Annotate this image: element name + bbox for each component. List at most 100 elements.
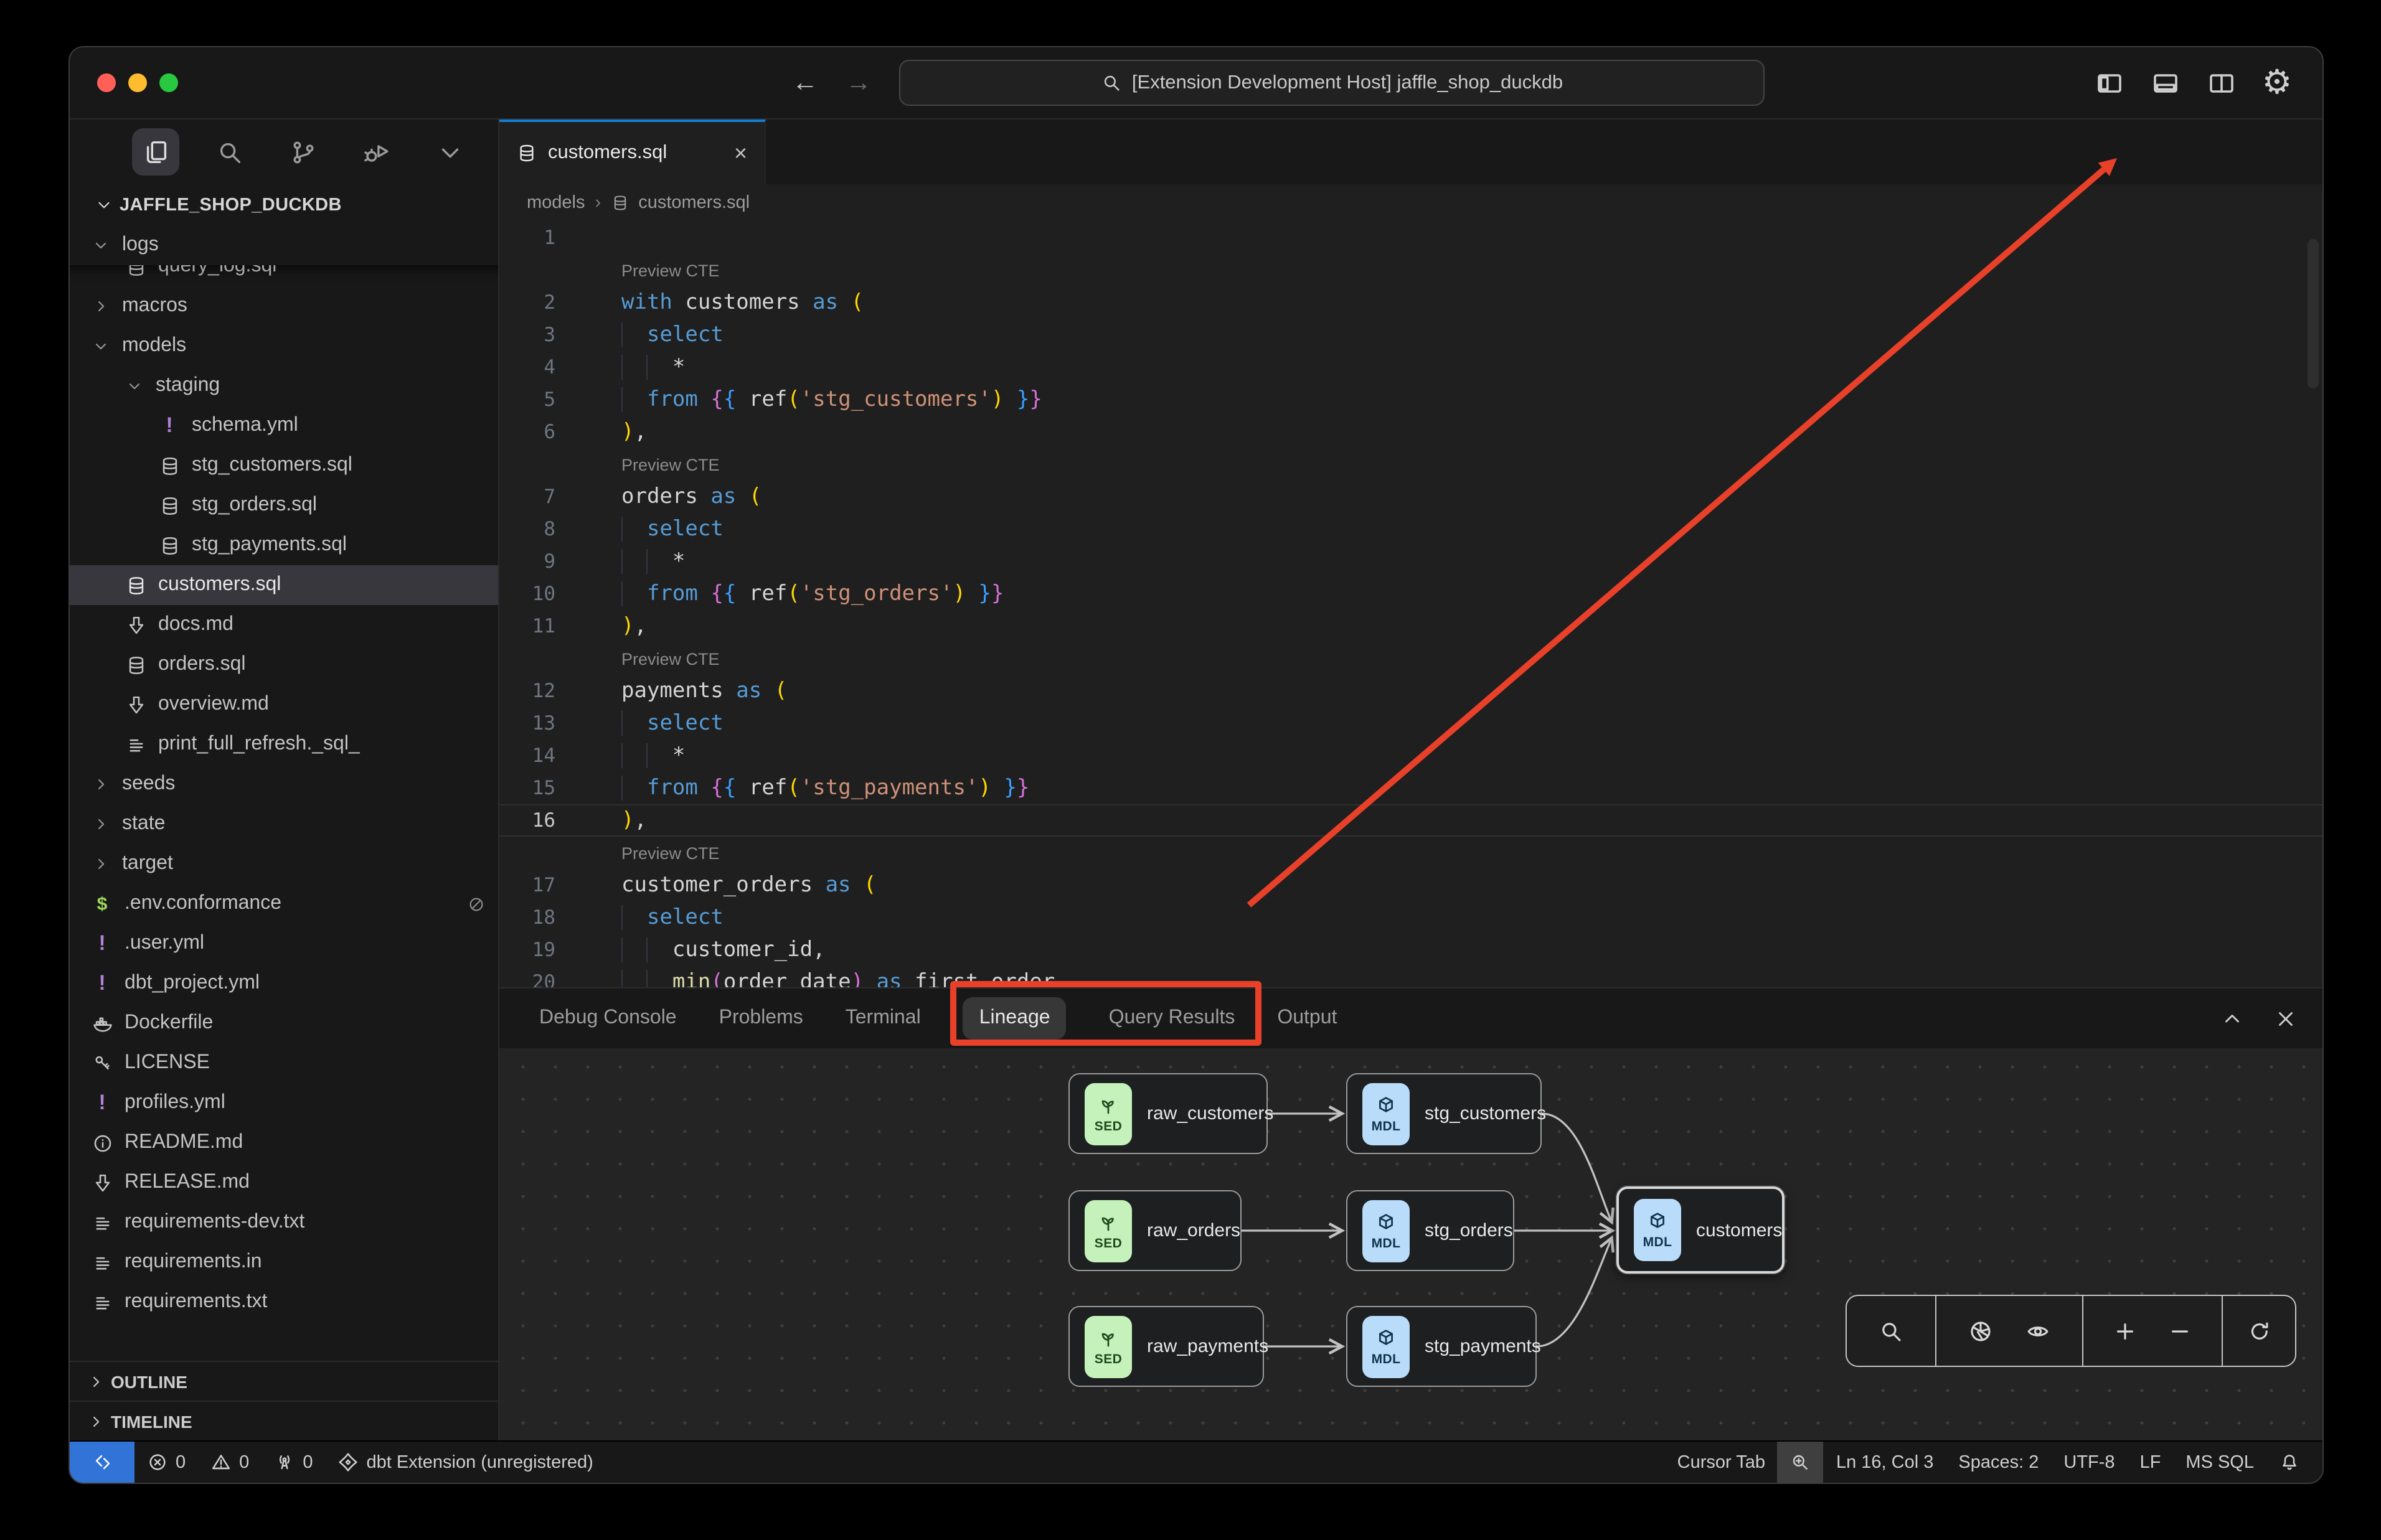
back-icon[interactable]: ← xyxy=(792,68,818,98)
editor-scrollbar[interactable] xyxy=(2308,239,2319,388)
zoom-window-button[interactable] xyxy=(159,73,178,92)
status-dbt-extension-unregistered-[interactable]: dbt Extension (unregistered) xyxy=(325,1442,605,1483)
lineage-node-raw_payments[interactable]: SEDraw_payments xyxy=(1068,1306,1264,1387)
plus-icon[interactable] xyxy=(2112,1318,2138,1344)
status-ms-sql[interactable]: MS SQL xyxy=(2173,1442,2266,1483)
tree-item-macros[interactable]: macros xyxy=(70,286,498,326)
tree-item-stg-customers-sql[interactable]: stg_customers.sql xyxy=(70,446,498,486)
search-icon[interactable] xyxy=(1878,1318,1904,1344)
tree-item-seeds[interactable]: seeds xyxy=(70,764,498,804)
codelens-preview-cte[interactable]: Preview CTE xyxy=(499,448,2322,481)
tree-item-requirements-txt[interactable]: requirements.txt xyxy=(70,1282,498,1322)
code-editor[interactable]: 1Preview CTE2with customers as (3 select… xyxy=(499,222,2322,987)
minimize-window-button[interactable] xyxy=(128,73,147,92)
forward-icon[interactable]: → xyxy=(846,68,872,98)
tree-item-models[interactable]: models xyxy=(70,326,498,366)
codelens-preview-cte[interactable]: Preview CTE xyxy=(499,642,2322,675)
breadcrumb[interactable]: models › customers.sql xyxy=(499,184,2322,222)
eye-icon[interactable] xyxy=(2025,1318,2051,1344)
panel-tab-terminal[interactable]: Terminal xyxy=(846,1007,921,1030)
close-icon[interactable] xyxy=(2274,1007,2298,1030)
tree-item-target[interactable]: target xyxy=(70,844,498,884)
layout-panel-icon[interactable] xyxy=(2149,67,2181,98)
activity-chevron-down-icon[interactable] xyxy=(426,128,473,176)
status-zoom-in[interactable] xyxy=(1778,1442,1824,1483)
timeline-section-header[interactable]: TIMELINE xyxy=(70,1401,498,1440)
layout-sidebar-icon[interactable] xyxy=(2093,67,2124,98)
activity-source-control-icon[interactable] xyxy=(279,128,326,176)
activity-debug-icon[interactable] xyxy=(352,128,400,176)
close-window-button[interactable] xyxy=(97,73,116,92)
outline-label: OUTLINE xyxy=(111,1371,187,1391)
tree-item-state[interactable]: state xyxy=(70,804,498,844)
lineage-node-customers[interactable]: MDLcustomers xyxy=(1616,1186,1785,1274)
status-remote[interactable] xyxy=(70,1442,134,1483)
tree-item-schema-yml[interactable]: !schema.yml xyxy=(70,406,498,446)
layout-split-icon[interactable] xyxy=(2205,67,2237,98)
panel-tab-problems[interactable]: Problems xyxy=(719,1007,803,1030)
tree-item-stg-orders-sql[interactable]: stg_orders.sql xyxy=(70,486,498,525)
lineage-node-raw_orders[interactable]: SEDraw_orders xyxy=(1068,1190,1242,1271)
activity-search-icon[interactable] xyxy=(205,128,253,176)
breadcrumb-file[interactable]: customers.sql xyxy=(638,193,750,213)
tree-item--user-yml[interactable]: !.user.yml xyxy=(70,924,498,964)
close-tab-icon[interactable]: × xyxy=(734,140,747,166)
codelens-preview-cte[interactable]: Preview CTE xyxy=(499,837,2322,869)
lineage-node-stg_orders[interactable]: MDL stg_orders xyxy=(1346,1190,1514,1271)
tree-item-print-full-refresh-sql-[interactable]: print_full_refresh._sql_ xyxy=(70,725,498,764)
tree-item--env-conformance[interactable]: $.env.conformance xyxy=(70,884,498,924)
tree-item-profiles-yml[interactable]: !profiles.yml xyxy=(70,1083,498,1123)
panel-tab-debug-console[interactable]: Debug Console xyxy=(539,1007,677,1030)
node-label: stg_orders xyxy=(1425,1220,1513,1241)
tree-item-dockerfile[interactable]: Dockerfile xyxy=(70,1003,498,1043)
line-number: 12 xyxy=(499,680,575,702)
tree-item-logs[interactable]: logs xyxy=(70,225,498,265)
lineage-node-stg_customers[interactable]: MDLstg_customers xyxy=(1346,1073,1542,1154)
lineage-canvas[interactable]: SEDraw_customers MDLstg_customers SEDraw_o… xyxy=(499,1048,2322,1440)
tree-item-stg-payments-sql[interactable]: stg_payments.sql xyxy=(70,525,498,565)
status-spaces-2[interactable]: Spaces: 2 xyxy=(1946,1442,2051,1483)
status-0[interactable]: 0 xyxy=(198,1442,262,1483)
tree-item-readme-md[interactable]: README.md xyxy=(70,1123,498,1163)
status-label: Cursor Tab xyxy=(1677,1452,1765,1472)
panel-tab-lineage[interactable]: Lineage xyxy=(963,997,1067,1040)
status-0[interactable]: 0 xyxy=(262,1442,325,1483)
tree-item-dbt-project-yml[interactable]: !dbt_project.yml xyxy=(70,964,498,1003)
lineage-node-raw_customers[interactable]: SEDraw_customers xyxy=(1068,1073,1268,1154)
aperture-icon[interactable] xyxy=(1968,1318,1994,1344)
tab-customers-sql[interactable]: customers.sql × xyxy=(499,120,766,184)
tree-item-release-md[interactable]: RELEASE.md xyxy=(70,1163,498,1203)
activity-files-icon[interactable] xyxy=(132,128,179,176)
refresh-icon[interactable] xyxy=(2246,1318,2272,1344)
tree-item-customers-sql[interactable]: customers.sql xyxy=(70,565,498,605)
tree-item-staging[interactable]: staging xyxy=(70,366,498,406)
status-utf-8[interactable]: UTF-8 xyxy=(2051,1442,2127,1483)
status-bell[interactable] xyxy=(2266,1442,2313,1483)
model-badge: MDL xyxy=(1362,1200,1410,1262)
status-cursor-tab[interactable]: Cursor Tab xyxy=(1665,1442,1778,1483)
tree-item-orders-sql[interactable]: orders.sql xyxy=(70,645,498,685)
minus-icon[interactable] xyxy=(2167,1318,2193,1344)
breadcrumb-folder[interactable]: models xyxy=(527,193,585,213)
command-center[interactable]: [Extension Development Host] jaffle_shop… xyxy=(899,60,1765,106)
explorer-root-header[interactable]: JAFFLE_SHOP_DUCKDB xyxy=(70,184,498,225)
tree-item-requirements-in[interactable]: requirements.in xyxy=(70,1242,498,1282)
panel-tab-output[interactable]: Output xyxy=(1277,1007,1337,1030)
outline-section-header[interactable]: OUTLINE xyxy=(70,1361,498,1401)
tree-item-overview-md[interactable]: overview.md xyxy=(70,685,498,725)
lineage-node-stg_payments[interactable]: MDLstg_payments xyxy=(1346,1306,1537,1387)
tree-item-query-log-sql[interactable]: query_log.sql xyxy=(70,265,498,286)
panel-tab-query-results[interactable]: Query Results xyxy=(1109,1007,1235,1030)
status-lf[interactable]: LF xyxy=(2128,1442,2174,1483)
codelens-preview-cte[interactable]: Preview CTE xyxy=(499,254,2322,286)
tree-item-docs-md[interactable]: docs.md xyxy=(70,605,498,645)
chevron-up-icon[interactable] xyxy=(2220,1007,2244,1030)
line-number: 5 xyxy=(499,388,575,411)
status-label: 0 xyxy=(239,1452,249,1472)
status-0[interactable]: 0 xyxy=(134,1442,198,1483)
status-ln-16-col-3[interactable]: Ln 16, Col 3 xyxy=(1824,1442,1946,1483)
tree-item-requirements-dev-txt[interactable]: requirements-dev.txt xyxy=(70,1203,498,1242)
gear-icon[interactable]: ⚙ xyxy=(2261,67,2293,98)
sql-file-icon xyxy=(611,194,628,212)
tree-item-license[interactable]: LICENSE xyxy=(70,1043,498,1083)
